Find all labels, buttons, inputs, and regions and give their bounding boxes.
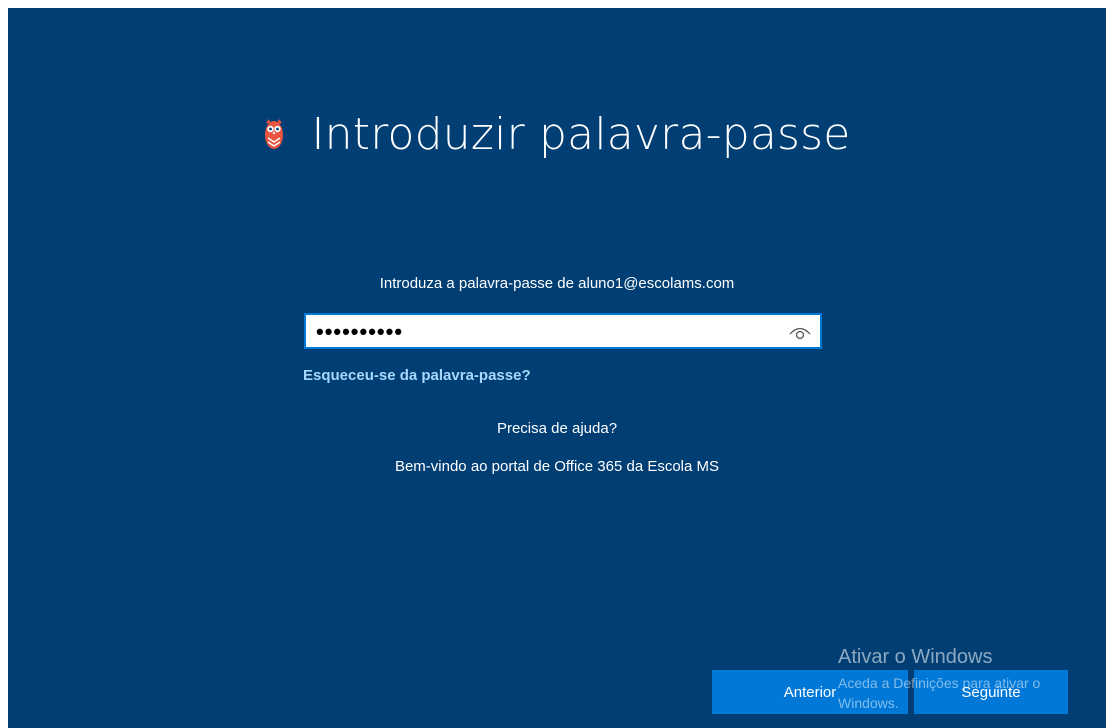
welcome-text: Bem-vindo ao portal de Office 365 da Esc… [394,458,720,475]
next-button[interactable]: Seguinte [914,670,1068,714]
title-row: Introduzir palavra-passe [8,94,1106,174]
password-value: •••••••••• [316,319,404,344]
eye-icon[interactable] [788,321,812,343]
oobe-screen: Introduzir palavra-passe Introduza a pal… [8,8,1106,728]
page-title: Introduzir palavra-passe [311,108,851,160]
activation-watermark-title: Ativar o Windows [838,646,993,668]
owl-icon [263,117,285,151]
help-link[interactable]: Precisa de ajuda? [8,420,1106,437]
forgot-password-link[interactable]: Esqueceu-se da palavra-passe? [303,367,531,384]
back-button[interactable]: Anterior [712,670,908,714]
password-input[interactable]: •••••••••• [304,313,822,349]
password-prompt: Introduza a palavra-passe de aluno1@esco… [379,275,735,292]
